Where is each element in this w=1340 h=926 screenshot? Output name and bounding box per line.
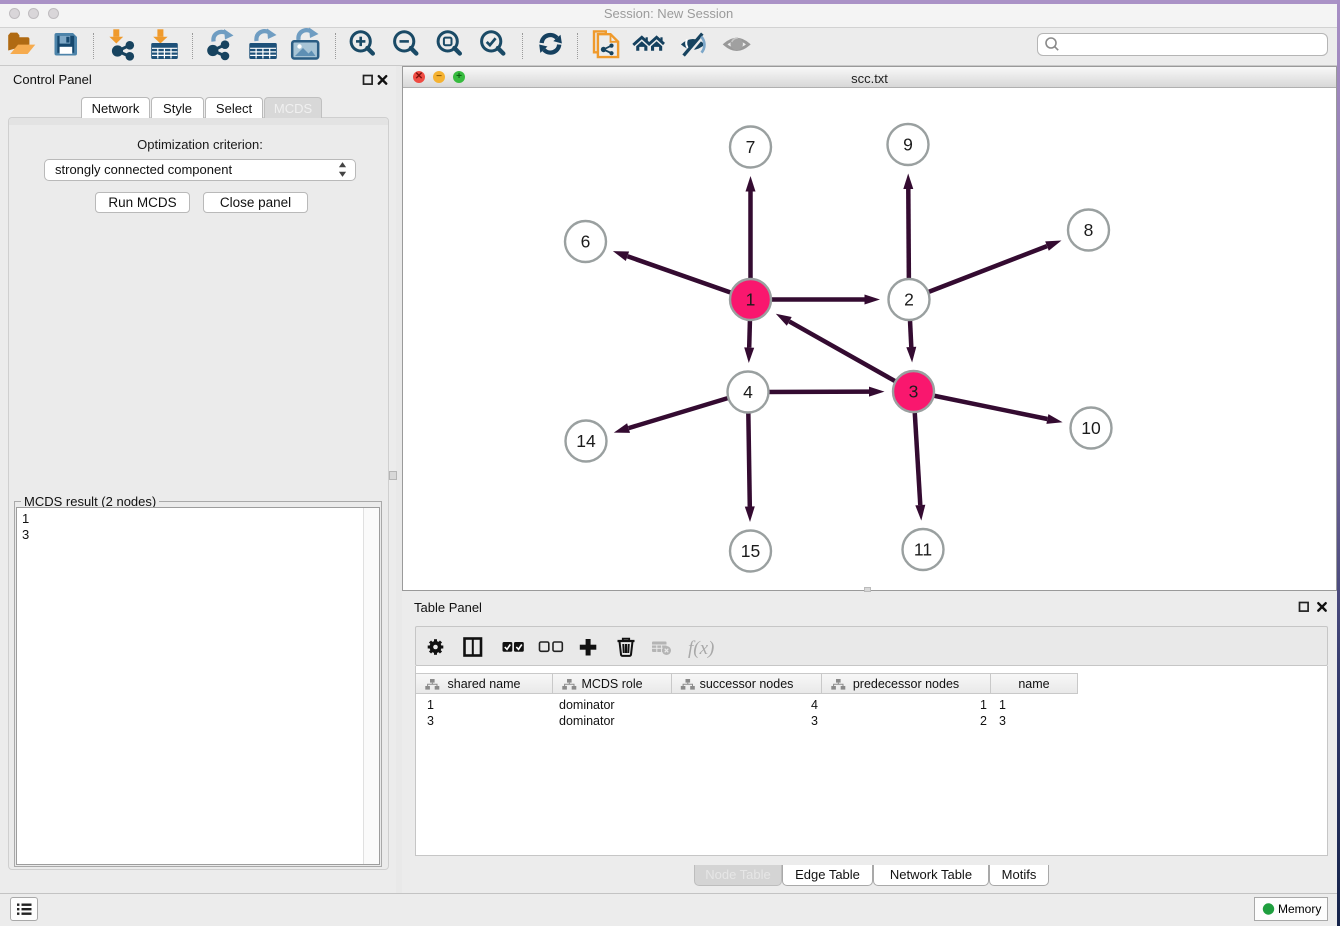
svg-text:f(x): f(x) xyxy=(688,638,714,659)
